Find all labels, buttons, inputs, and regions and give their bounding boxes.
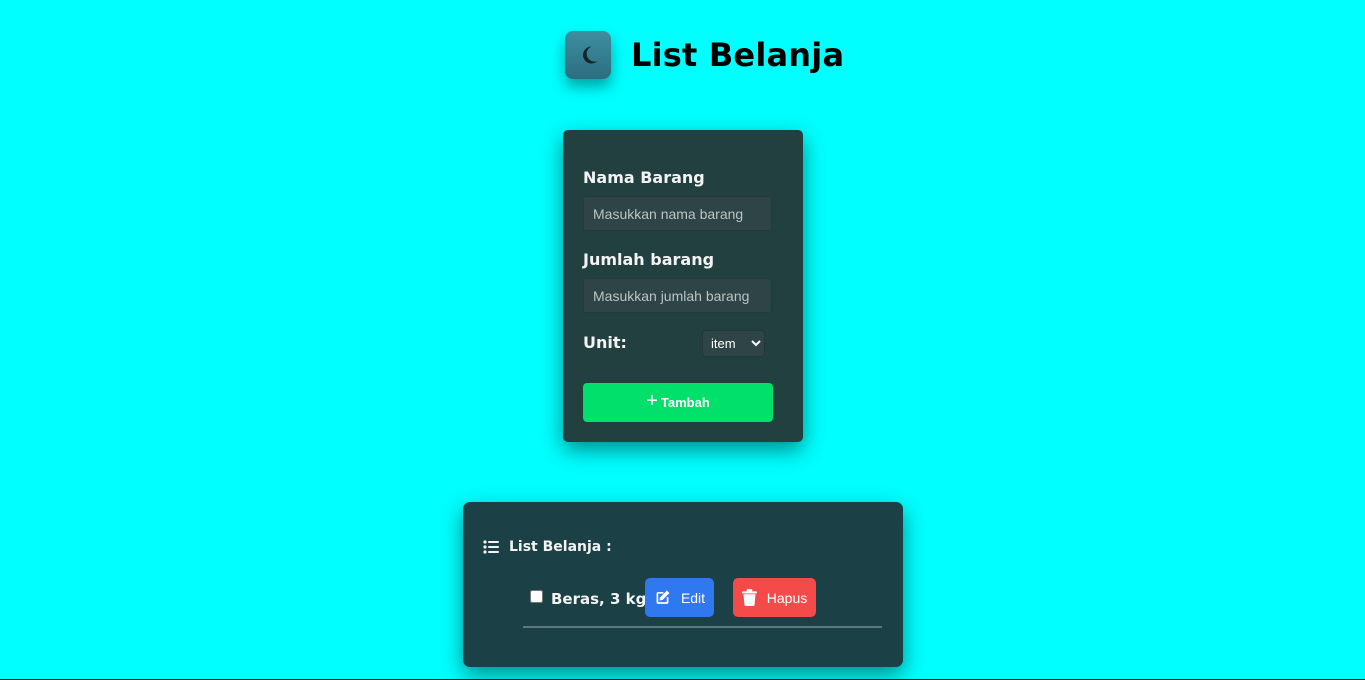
item-quantity-input[interactable]: [583, 278, 772, 313]
add-button-label: Tambah: [660, 395, 710, 410]
item-checkbox[interactable]: [530, 590, 543, 603]
moon-icon: [582, 46, 598, 64]
list-header: List Belanja :: [483, 539, 612, 555]
item-text: Beras, 3 kg: [551, 590, 647, 608]
delete-button[interactable]: Hapus: [733, 578, 816, 617]
unit-select[interactable]: item: [702, 330, 765, 357]
page-header: List Belanja: [565, 30, 844, 80]
add-button[interactable]: + Tambah: [583, 383, 773, 422]
delete-button-label: Hapus: [766, 589, 808, 606]
trash-icon: [741, 589, 757, 606]
edit-icon: [656, 590, 670, 604]
shopping-list-card: List Belanja : Beras, 3 kg Edit Hapus: [463, 502, 903, 667]
unit-label: Unit:: [583, 333, 627, 352]
list-icon: [483, 540, 499, 554]
item-name-label: Nama Barang: [583, 168, 705, 187]
plus-icon: +: [646, 389, 658, 412]
add-item-form: Nama Barang Jumlah barang Unit: item + T…: [563, 130, 803, 442]
item-quantity-label: Jumlah barang: [583, 250, 715, 269]
edit-button[interactable]: Edit: [645, 578, 714, 617]
theme-toggle-button[interactable]: [565, 31, 611, 79]
list-item: Beras, 3 kg Edit Hapus: [523, 578, 882, 628]
item-name-input[interactable]: [583, 196, 772, 231]
list-title: List Belanja :: [509, 539, 612, 555]
page-title: List Belanja: [631, 36, 845, 74]
edit-button-label: Edit: [680, 589, 706, 606]
